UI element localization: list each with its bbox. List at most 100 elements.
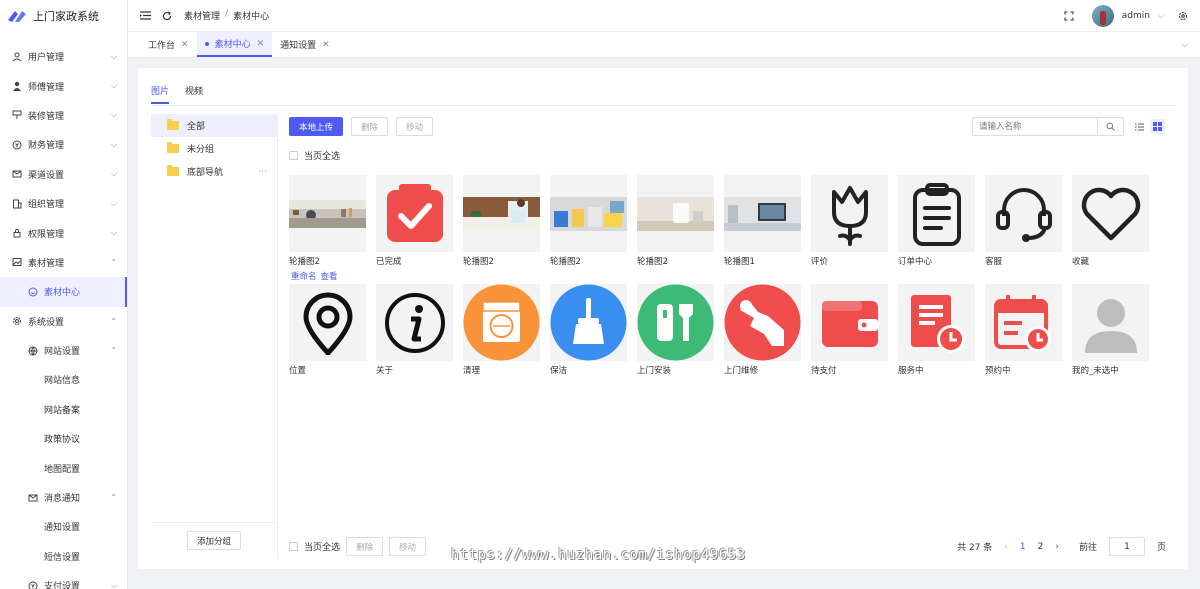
- media-item[interactable]: 上门维修: [724, 284, 801, 376]
- repair-icon[interactable]: [724, 284, 801, 361]
- close-icon[interactable]: ✕: [257, 39, 265, 49]
- media-item[interactable]: 清理: [463, 284, 540, 376]
- menu-website-settings[interactable]: 网站设置 ⌃: [0, 336, 127, 365]
- fullscreen-icon[interactable]: [1062, 9, 1076, 23]
- username[interactable]: admin: [1122, 11, 1150, 21]
- media-item[interactable]: 订单中心: [898, 175, 975, 267]
- tab-notification-settings[interactable]: 通知设置 ✕: [272, 32, 338, 57]
- refresh-icon[interactable]: [160, 9, 174, 23]
- media-item[interactable]: 待支付: [811, 284, 888, 376]
- media-item[interactable]: 我的_未选中: [1072, 284, 1149, 376]
- app-logo[interactable]: 上门家政系统: [0, 0, 127, 32]
- heart-icon[interactable]: [1072, 175, 1149, 252]
- search-input[interactable]: [973, 118, 1097, 135]
- media-item[interactable]: 轮播图2: [463, 175, 540, 267]
- menu-payment-settings[interactable]: 支付设置 ⌵: [0, 571, 127, 589]
- avatar[interactable]: [1091, 4, 1114, 27]
- page-number[interactable]: 1: [1020, 542, 1026, 552]
- check-icon[interactable]: [376, 175, 453, 252]
- media-item[interactable]: 位置: [289, 284, 366, 376]
- broom-icon[interactable]: [550, 284, 627, 361]
- menu-worker-management[interactable]: 师傅管理 ⌵: [0, 71, 127, 100]
- media-item[interactable]: 预约中: [985, 284, 1062, 376]
- list-view-icon[interactable]: [1132, 119, 1147, 134]
- menu-material-center[interactable]: 素材中心: [0, 277, 127, 307]
- clipboard-icon[interactable]: [898, 175, 975, 252]
- tab-images[interactable]: 图片: [151, 84, 170, 104]
- group-item-all[interactable]: 全部: [151, 114, 277, 137]
- close-icon[interactable]: ✕: [181, 40, 189, 50]
- select-page-row[interactable]: 当页全选: [289, 149, 340, 162]
- photo-gloves[interactable]: [550, 175, 627, 252]
- media-item[interactable]: 上门安装: [637, 284, 714, 376]
- chevron-down-icon[interactable]: ⌵: [1170, 32, 1200, 57]
- washer-icon[interactable]: [463, 284, 540, 361]
- menu-notification-settings[interactable]: 通知设置: [0, 512, 127, 541]
- media-item[interactable]: 轮播图1: [724, 175, 801, 267]
- menu-policy[interactable]: 政策协议: [0, 424, 127, 453]
- rename-link[interactable]: 重命名: [291, 270, 317, 282]
- media-item[interactable]: 保洁: [550, 284, 627, 376]
- menu-decoration-management[interactable]: 装修管理 ⌵: [0, 101, 127, 130]
- media-item[interactable]: 服务中: [898, 284, 975, 376]
- page-number[interactable]: 2: [1038, 542, 1044, 552]
- move-button[interactable]: 移动: [396, 117, 434, 136]
- menu-channel-settings[interactable]: 渠道设置 ⌵: [0, 160, 127, 189]
- wallet-icon[interactable]: [811, 284, 888, 361]
- menu-sms-settings[interactable]: 短信设置: [0, 542, 127, 571]
- menu-website-info[interactable]: 网站信息: [0, 365, 127, 394]
- delete-button[interactable]: 删除: [346, 537, 384, 556]
- menu-org-management[interactable]: 组织管理 ⌵: [0, 189, 127, 218]
- photo-desk[interactable]: [724, 175, 801, 252]
- media-item[interactable]: 已完成: [376, 175, 453, 267]
- media-item[interactable]: 轮播图2: [550, 175, 627, 267]
- info-icon[interactable]: [376, 284, 453, 361]
- photo-cleaning[interactable]: [463, 175, 540, 252]
- more-icon[interactable]: ···: [258, 167, 267, 177]
- menu-toggle-icon[interactable]: [138, 9, 152, 23]
- delete-button[interactable]: 删除: [351, 117, 389, 136]
- media-item[interactable]: 轮播图2 重命名 查看: [289, 175, 366, 282]
- settings-icon[interactable]: [1176, 9, 1190, 23]
- select-page-checkbox[interactable]: [289, 542, 298, 551]
- menu-material-management[interactable]: 素材管理 ⌃: [0, 248, 127, 277]
- add-group-button[interactable]: 添加分组: [186, 531, 241, 550]
- upload-button[interactable]: 本地上传: [289, 117, 344, 136]
- tools-icon[interactable]: [637, 284, 714, 361]
- close-icon[interactable]: ✕: [322, 40, 330, 50]
- goto-page-input[interactable]: 1: [1108, 537, 1145, 556]
- group-item-bottom-nav[interactable]: 底部导航 ···: [151, 160, 277, 183]
- move-button[interactable]: 移动: [389, 537, 427, 556]
- view-link[interactable]: 查看: [321, 270, 338, 282]
- location-icon[interactable]: [289, 284, 366, 361]
- media-item[interactable]: 客服: [985, 175, 1062, 267]
- breadcrumb-item[interactable]: 素材管理: [184, 9, 220, 22]
- tab-material-center[interactable]: 素材中心 ✕: [196, 32, 273, 57]
- photo-kitchen[interactable]: [289, 175, 366, 252]
- person-icon[interactable]: [1072, 284, 1149, 361]
- menu-website-filing[interactable]: 网站备案: [0, 395, 127, 424]
- select-page-checkbox[interactable]: [289, 151, 298, 160]
- photo-towels[interactable]: [637, 175, 714, 252]
- media-item[interactable]: 评价: [811, 175, 888, 267]
- media-item[interactable]: 关于: [376, 284, 453, 376]
- chevron-down-icon[interactable]: ⌵: [1158, 11, 1164, 21]
- tulip-icon[interactable]: [811, 175, 888, 252]
- grid-view-icon[interactable]: [1150, 119, 1165, 134]
- calendar-clock-icon[interactable]: [985, 284, 1062, 361]
- media-item[interactable]: 收藏: [1072, 175, 1149, 267]
- menu-map-config[interactable]: 地图配置: [0, 453, 127, 482]
- tab-workbench[interactable]: 工作台 ✕: [140, 32, 197, 57]
- search-icon[interactable]: [1097, 118, 1123, 135]
- media-item[interactable]: 轮播图2: [637, 175, 714, 267]
- menu-permission-management[interactable]: 权限管理 ⌵: [0, 218, 127, 247]
- chevron-left-icon[interactable]: ‹: [1004, 542, 1008, 552]
- menu-system-settings[interactable]: 系统设置 ⌃: [0, 307, 127, 336]
- doc-clock-icon[interactable]: [898, 284, 975, 361]
- tab-videos[interactable]: 视频: [185, 84, 203, 104]
- group-item-ungrouped[interactable]: 未分组: [151, 137, 277, 160]
- menu-finance-management[interactable]: 财务管理 ⌵: [0, 130, 127, 159]
- menu-message-notification[interactable]: 消息通知 ⌃: [0, 483, 127, 512]
- chevron-right-icon[interactable]: ›: [1055, 542, 1059, 552]
- menu-user-management[interactable]: 用户管理 ⌵: [0, 42, 127, 71]
